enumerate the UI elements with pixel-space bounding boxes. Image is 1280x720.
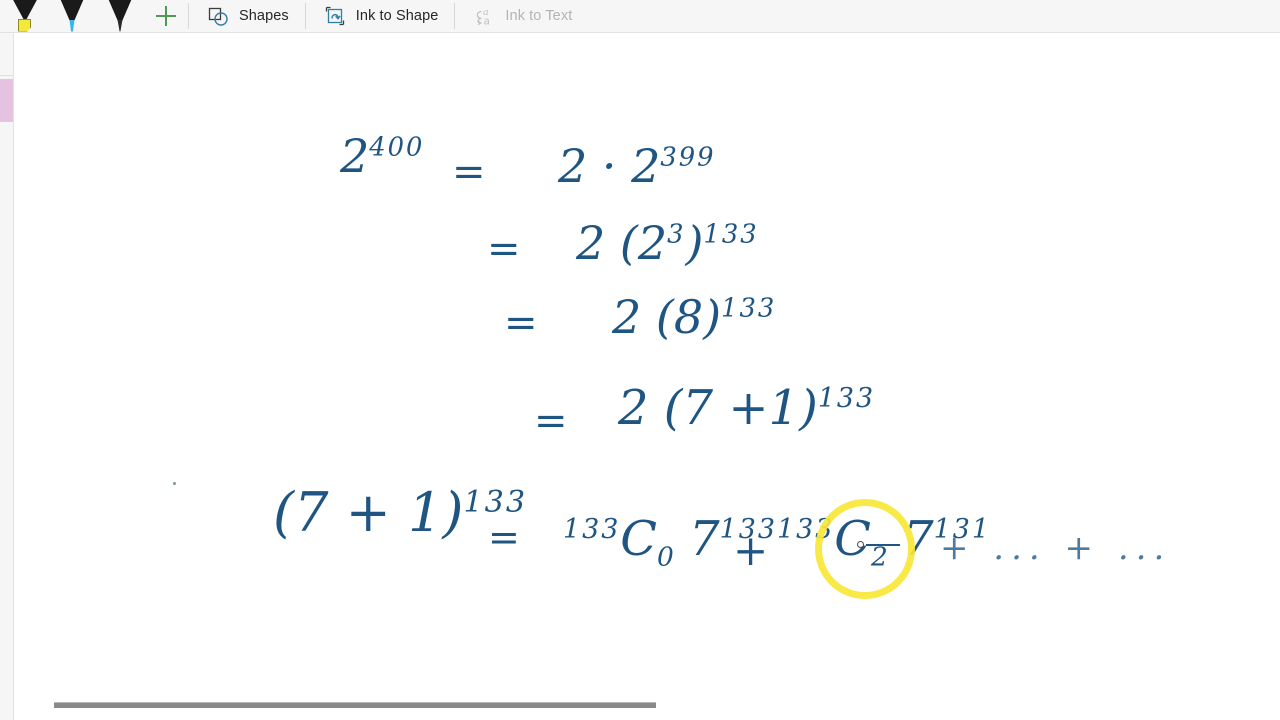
plus-icon [156, 6, 176, 26]
page-nav-rail[interactable] [0, 33, 14, 720]
shapes-button[interactable]: Shapes [189, 0, 305, 33]
horizontal-scrollbar-thumb[interactable] [54, 702, 656, 708]
ink-expansion-trailing: + ... + ... [940, 528, 1172, 568]
ink-line-2-body: 2 (23)133 [576, 216, 759, 270]
pen-tool-black[interactable] [96, 0, 144, 33]
pen-tool-blue[interactable] [48, 0, 96, 33]
app-window: Shapes Ink to Shape a a Ink to Text 2400… [0, 0, 1280, 720]
nav-rail-active-section-tab[interactable] [0, 79, 13, 122]
ink-line-3-equals: = [504, 300, 538, 346]
horizontal-scrollbar-track[interactable] [30, 702, 1280, 716]
ink-to-shape-label: Ink to Shape [355, 8, 439, 24]
stray-ink-dot [173, 482, 176, 485]
shapes-icon [206, 4, 230, 28]
ink-line-1-rhs: 2 · 2399 [558, 139, 716, 193]
add-pen-button[interactable] [144, 0, 188, 33]
shapes-label: Shapes [239, 8, 289, 24]
ink-expansion-operator: + [733, 526, 769, 575]
ink-to-text-button[interactable]: a a Ink to Text [455, 0, 588, 33]
ink-line-4-body: 2 (7 +1)133 [618, 380, 876, 436]
ink-line-4-equals: = [534, 398, 568, 444]
pen-tool-highlighter-yellow[interactable] [0, 0, 48, 33]
ink-to-shape-button[interactable]: Ink to Shape [306, 0, 455, 33]
page-area: 2400 = 2 · 2399 = 2 (23)133 = 2 (8)133 =… [0, 33, 1280, 720]
ink-to-text-icon: a a [472, 4, 496, 28]
svg-text:a: a [484, 16, 490, 28]
ink-line-2-equals: = [487, 226, 521, 272]
black-pen-icon [107, 0, 133, 33]
ink-line-1-lhs: 2400 [340, 129, 425, 183]
ink-line-1-equals: = [452, 149, 486, 195]
highlight-handle-stroke [866, 544, 900, 546]
ink-canvas[interactable]: 2400 = 2 · 2399 = 2 (23)133 = 2 (8)133 =… [15, 33, 1280, 720]
highlighter-icon [11, 0, 39, 33]
ink-expansion-equals: = [488, 515, 520, 559]
highlight-center-dot [857, 541, 864, 548]
ink-line-3-body: 2 (8)133 [612, 290, 777, 344]
ink-toolbar: Shapes Ink to Shape a a Ink to Text [0, 0, 1280, 33]
nav-rail-divider [0, 75, 13, 76]
ink-to-text-label: Ink to Text [505, 8, 573, 24]
ink-to-shape-icon [323, 4, 347, 28]
yellow-circle-highlight [815, 499, 915, 599]
blue-pen-icon [59, 0, 85, 33]
